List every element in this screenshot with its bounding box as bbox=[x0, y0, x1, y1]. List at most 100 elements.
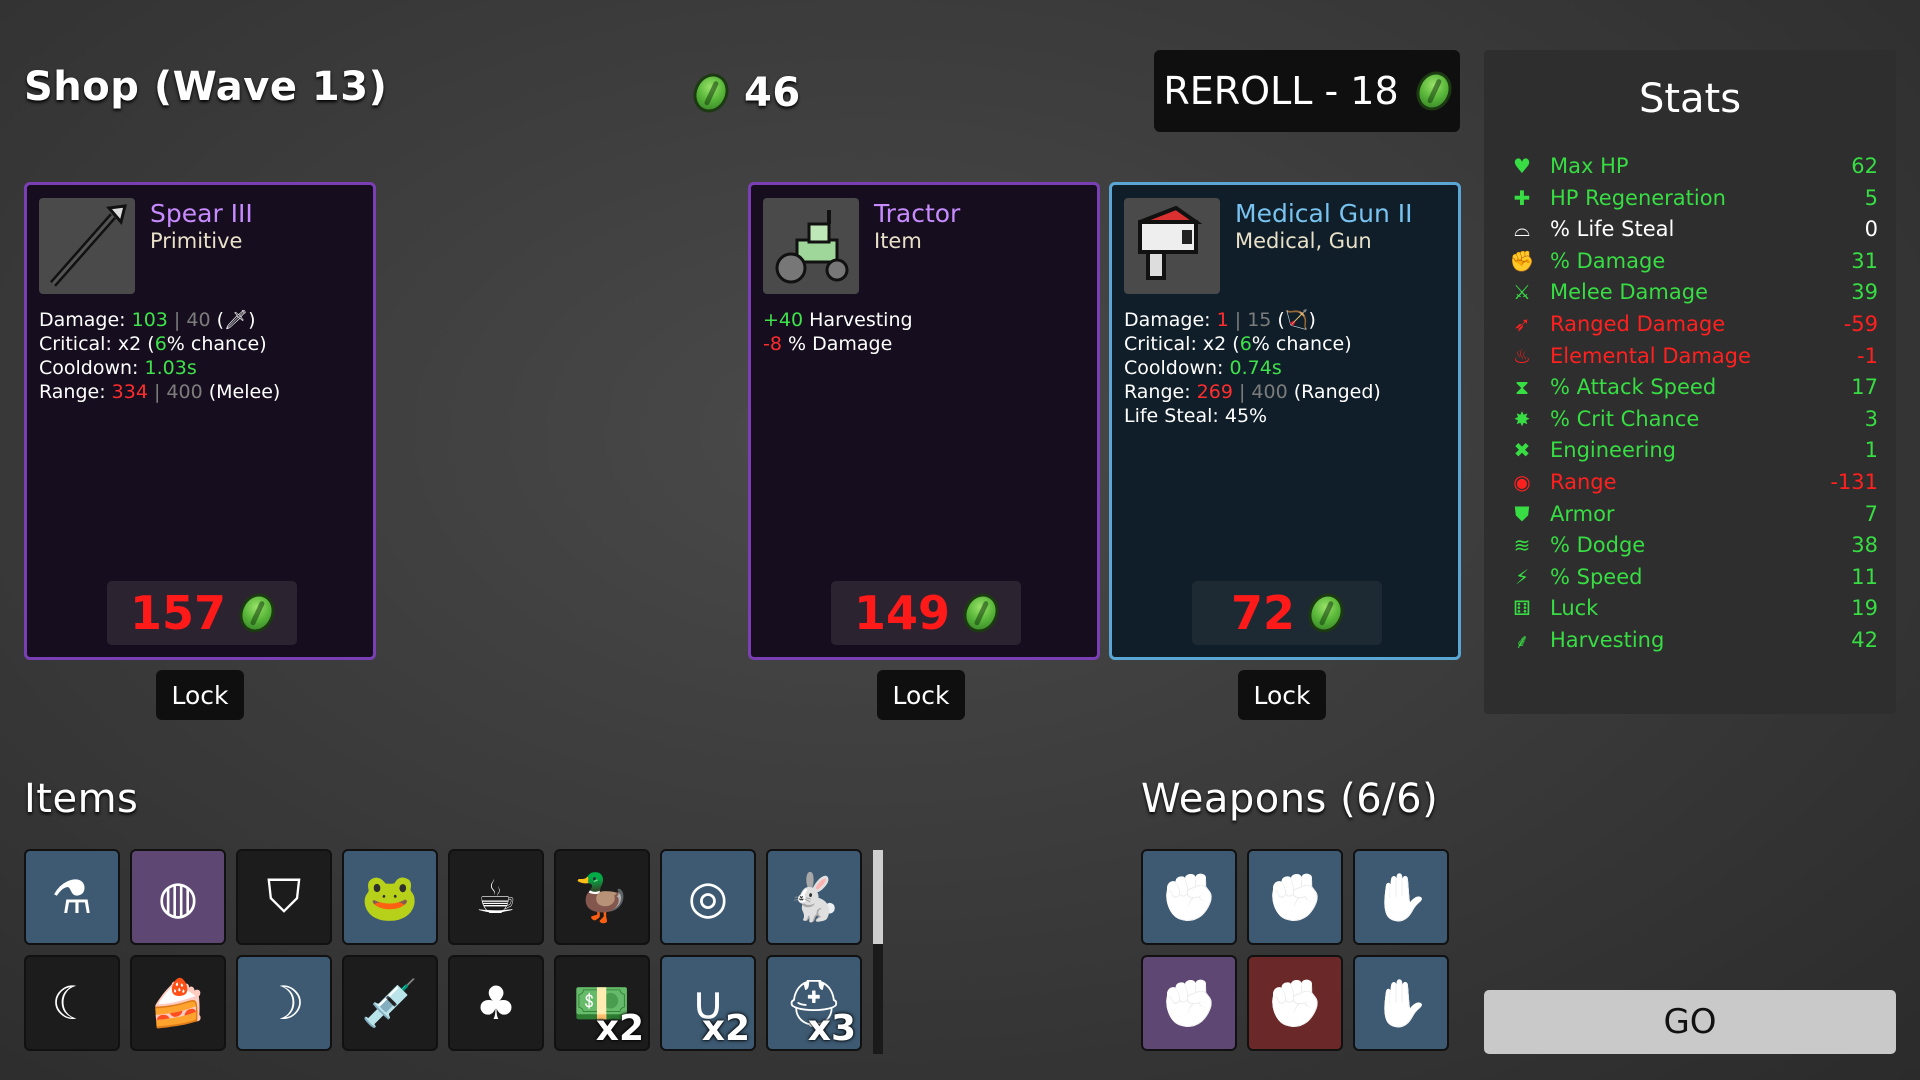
line-value: (🗡) bbox=[216, 309, 256, 331]
item-slot[interactable]: ☽ bbox=[236, 955, 332, 1051]
items-scrollbar-thumb[interactable] bbox=[873, 850, 883, 944]
stat-label: Harvesting bbox=[1550, 628, 1665, 652]
stat-value: 62 bbox=[1851, 154, 1878, 178]
item-count: x2 bbox=[701, 1008, 750, 1049]
stat-label: % Life Steal bbox=[1550, 217, 1675, 242]
line-value: 6 bbox=[1239, 333, 1252, 355]
stat-label: HP Regeneration bbox=[1550, 185, 1726, 210]
duck-icon: 🦆 bbox=[573, 869, 631, 924]
item-slot[interactable]: ♣ bbox=[448, 955, 544, 1051]
shop-card-spear[interactable]: Spear III Primitive Damage: 103 | 40 (🗡)… bbox=[24, 182, 376, 660]
stat-row[interactable]: ✚ HP Regeneration 5 bbox=[1508, 184, 1878, 212]
stat-label: Range bbox=[1550, 470, 1617, 494]
material-icon bbox=[233, 587, 281, 639]
item-slot[interactable]: 🍰 bbox=[130, 955, 226, 1051]
weapon-slot[interactable]: ✊ bbox=[1141, 955, 1237, 1051]
stat-label: Luck bbox=[1550, 596, 1599, 621]
stat-label: Ranged Damage bbox=[1550, 312, 1726, 336]
stat-row[interactable]: ➶ Ranged Damage -59 bbox=[1508, 310, 1878, 338]
stat-row[interactable]: ✖ Engineering 1 bbox=[1508, 436, 1878, 464]
item-name: Spear III bbox=[150, 199, 253, 228]
line-value: % chance) bbox=[1251, 333, 1352, 355]
line-value: | 15 bbox=[1228, 309, 1278, 331]
line-value: 1.03s bbox=[144, 357, 197, 379]
go-button[interactable]: GO bbox=[1484, 990, 1896, 1054]
item-slot[interactable]: 🐇 bbox=[766, 849, 862, 945]
stat-row[interactable]: ◉ Range -131 bbox=[1508, 468, 1878, 496]
shop-card-tractor[interactable]: Tractor Item +40 Harvesting -8 % Damage 1… bbox=[748, 182, 1100, 660]
stat-row[interactable]: ⸙ Harvesting 42 bbox=[1508, 626, 1879, 654]
item-slot[interactable]: ☕ bbox=[448, 849, 544, 945]
stat-row[interactable]: ✸ % Crit Chance 3 bbox=[1508, 405, 1878, 433]
stat-row[interactable]: ⛊ Armor 7 bbox=[1508, 500, 1879, 528]
weapon-slot[interactable]: ✊ bbox=[1247, 849, 1343, 945]
item-slot[interactable]: ◎ bbox=[660, 849, 756, 945]
stat-row[interactable]: ⚡ % Speed 11 bbox=[1508, 563, 1878, 591]
line-label: Range: bbox=[39, 381, 112, 403]
line-value: +40 bbox=[763, 309, 804, 331]
item-slot[interactable]: 💉 bbox=[342, 955, 438, 1051]
stat-label: Engineering bbox=[1550, 438, 1676, 463]
coffee-icon: ☕ bbox=[475, 870, 517, 924]
item-slot[interactable]: 🐸 bbox=[342, 849, 438, 945]
hand-icon: ✋ bbox=[1372, 975, 1430, 1030]
hand-icon: ✋ bbox=[1372, 869, 1430, 924]
stat-label: % Attack Speed bbox=[1550, 375, 1717, 400]
description-line: Damage: 1 | 15 (🏹) bbox=[1124, 308, 1381, 332]
weapon-slot[interactable]: ✋ bbox=[1353, 955, 1449, 1051]
material-icon bbox=[687, 67, 735, 119]
syringe-icon: 💉 bbox=[361, 975, 419, 1030]
buy-price[interactable]: 149 bbox=[831, 581, 1021, 645]
stat-row[interactable]: ⚅ Luck 19 bbox=[1508, 594, 1878, 622]
item-slot[interactable]: 🦆 bbox=[554, 849, 650, 945]
item-slot[interactable]: 💵 x2 bbox=[554, 955, 650, 1051]
items-scrollbar-track[interactable] bbox=[873, 944, 883, 1054]
stat-row[interactable]: ✊ % Damage 31 bbox=[1508, 247, 1878, 275]
price-value: 72 bbox=[1230, 586, 1295, 640]
lock-button[interactable]: Lock bbox=[156, 670, 244, 720]
item-slot[interactable]: ⚗ bbox=[24, 849, 120, 945]
stat-row[interactable]: ⚔ Melee Damage 39 bbox=[1508, 278, 1878, 306]
buy-price[interactable]: 72 bbox=[1192, 581, 1382, 645]
stat-row[interactable]: ♨ Elemental Damage -1 bbox=[1508, 342, 1878, 370]
stat-label: % Speed bbox=[1550, 564, 1643, 589]
weapon-slot[interactable]: ✊ bbox=[1247, 955, 1343, 1051]
item-description: Damage: 1 | 15 (🏹) Critical: x2 (6% chanc… bbox=[1124, 308, 1381, 428]
weapon-slot[interactable]: ✊ bbox=[1141, 849, 1237, 945]
fist-icon: ✊ bbox=[1160, 975, 1218, 1030]
stat-value: 31 bbox=[1851, 248, 1878, 273]
stat-row[interactable]: ⌓ % Life Steal 0 bbox=[1508, 215, 1878, 243]
item-slot[interactable]: ◍ bbox=[130, 849, 226, 945]
reroll-button[interactable]: REROLL - 18 bbox=[1154, 50, 1460, 132]
item-slot[interactable]: ∪ x2 bbox=[660, 955, 756, 1051]
shop-card-medical-gun[interactable]: Medical Gun II Medical, Gun Damage: 1 | … bbox=[1109, 182, 1461, 660]
stat-row[interactable]: ≋ % Dodge 38 bbox=[1508, 531, 1878, 559]
hourglass-icon: ⧗ bbox=[1514, 375, 1530, 400]
line-label: Life Steal: bbox=[1124, 405, 1225, 427]
ring-icon: ◍ bbox=[157, 870, 199, 924]
item-name: Medical Gun II bbox=[1235, 199, 1413, 228]
stat-value: 19 bbox=[1851, 596, 1878, 621]
medical-gun-icon bbox=[1124, 198, 1220, 294]
line-value: | 400 bbox=[1232, 381, 1294, 403]
line-label: Critical: bbox=[1124, 333, 1203, 355]
lock-button[interactable]: Lock bbox=[877, 670, 965, 720]
wrench-icon: ✖ bbox=[1513, 438, 1531, 463]
line-value: Harvesting bbox=[803, 309, 913, 331]
range-icon: ◉ bbox=[1513, 470, 1531, 494]
stat-row[interactable]: ⧗ % Attack Speed 17 bbox=[1508, 373, 1878, 401]
stat-row[interactable]: ♥ Max HP 62 bbox=[1508, 152, 1878, 180]
item-count: x3 bbox=[807, 1008, 856, 1049]
item-slot[interactable]: ⛑ x3 bbox=[766, 955, 862, 1051]
wizard-hat-icon: ⛉ bbox=[266, 869, 302, 923]
stat-value: 0 bbox=[1864, 217, 1878, 242]
lock-button[interactable]: Lock bbox=[1238, 670, 1326, 720]
item-slot[interactable]: ⛉ bbox=[236, 849, 332, 945]
buy-price[interactable]: 157 bbox=[107, 581, 297, 645]
stat-label: % Crit Chance bbox=[1550, 406, 1700, 431]
description-line: Range: 269 | 400 (Ranged) bbox=[1124, 380, 1381, 404]
weapon-slot[interactable]: ✋ bbox=[1353, 849, 1449, 945]
stat-value: 39 bbox=[1851, 280, 1878, 305]
stats-panel: Stats ♥ Max HP 62 ✚ HP Regeneration 5 ⌓ % Life … bbox=[1484, 50, 1896, 714]
item-slot[interactable]: ☾ bbox=[24, 955, 120, 1051]
